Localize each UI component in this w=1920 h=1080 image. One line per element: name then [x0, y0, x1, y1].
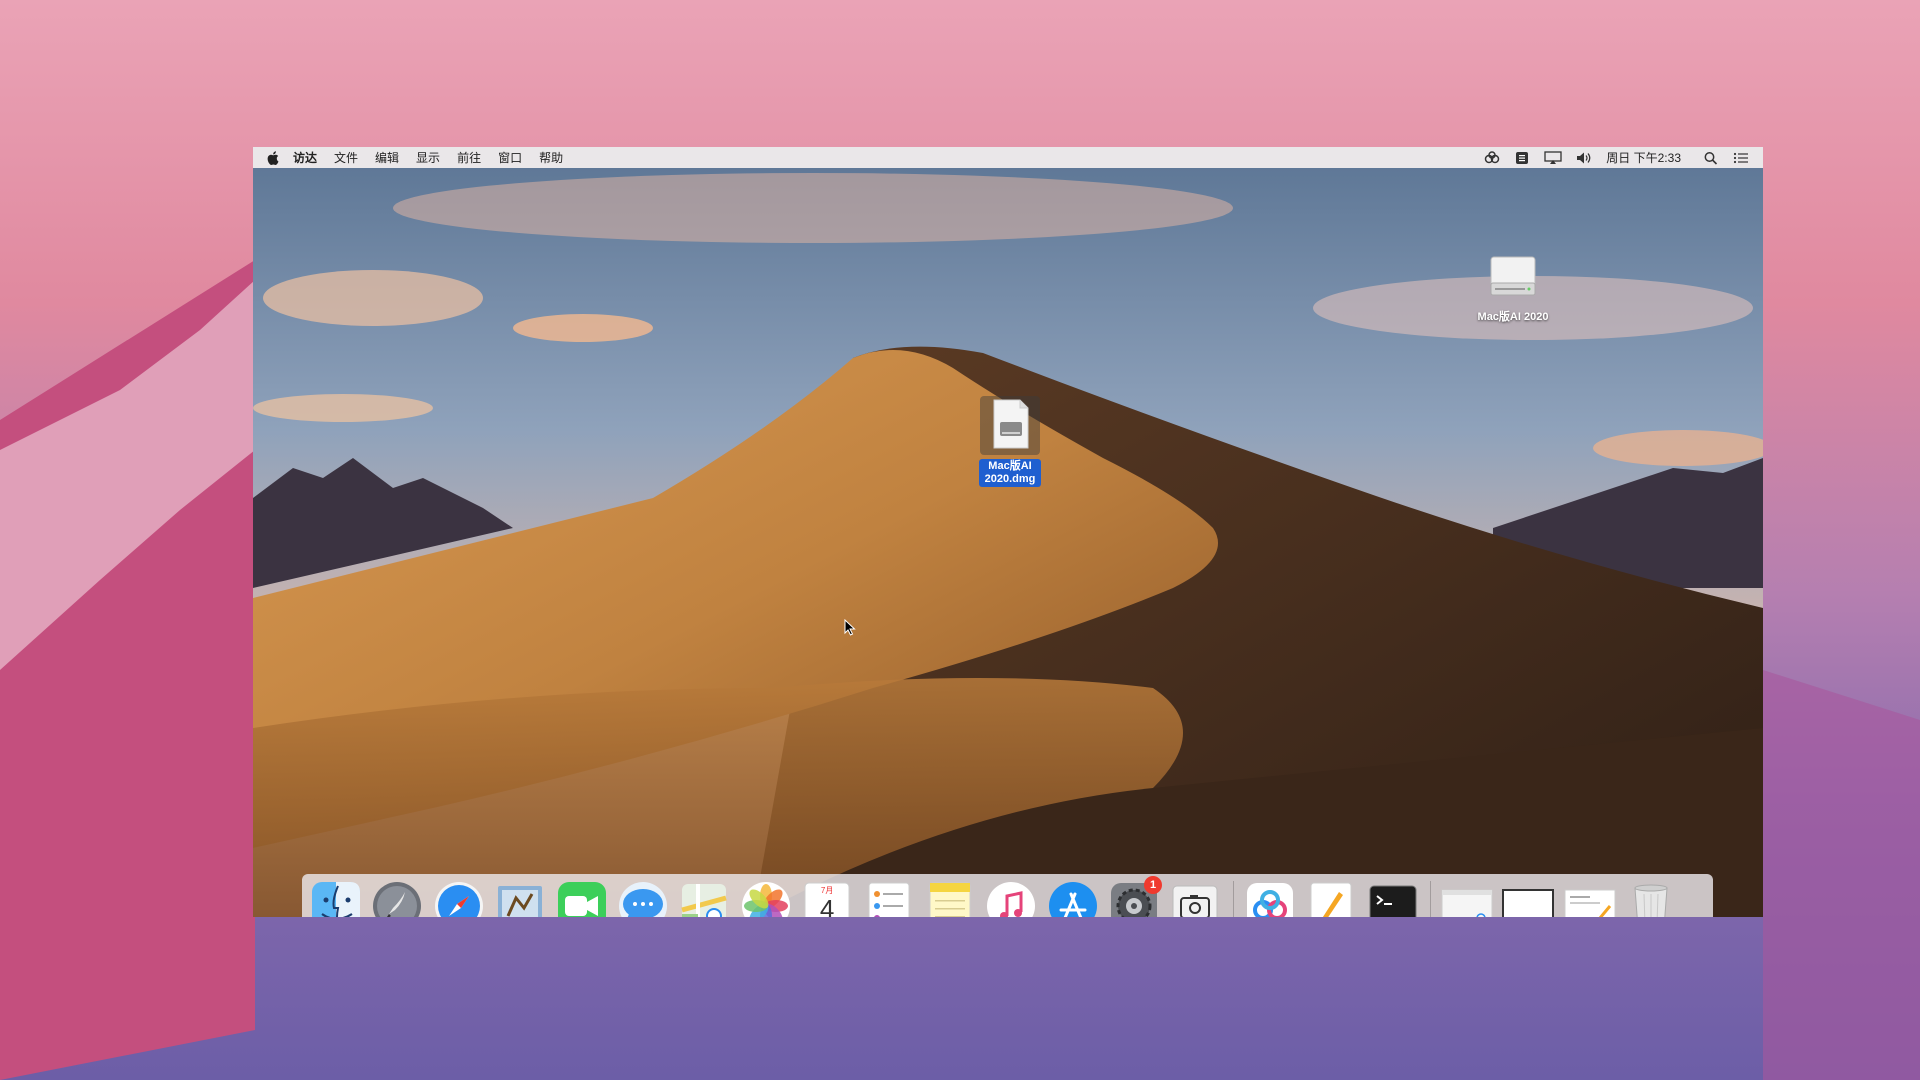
menu-file[interactable]: 文件 — [334, 149, 358, 166]
screenshot-icon — [1172, 885, 1218, 917]
dock: 7月 4 1 — [302, 874, 1713, 917]
dock-messages[interactable] — [617, 880, 669, 917]
launchpad-icon — [373, 882, 422, 917]
calendar-day: 4 — [819, 894, 835, 917]
dock-system-preferences[interactable]: 1 — [1108, 876, 1163, 917]
reminders-icon — [868, 882, 910, 917]
baidu-netdisk-icon[interactable] — [1484, 150, 1500, 165]
input-method-icon[interactable] — [1514, 151, 1530, 165]
menu-window[interactable]: 窗口 — [498, 149, 522, 166]
volume-icon[interactable] — [1576, 151, 1592, 165]
photos-icon — [741, 882, 790, 917]
trash-icon — [1634, 884, 1668, 917]
dock-maps[interactable] — [678, 880, 730, 917]
menu-bar: 访达 文件 编辑 显示 前往 窗口 帮助 周日 下午2:33 — [253, 147, 1763, 168]
dock-app-store[interactable] — [1047, 880, 1099, 917]
finder-icon — [312, 882, 360, 917]
dock-terminal[interactable] — [1367, 880, 1419, 917]
dock-trash[interactable] — [1625, 880, 1677, 917]
itunes-icon — [987, 882, 1036, 917]
drive-label: Mac版AI 2020 — [1477, 311, 1549, 323]
window-thumbnail-icon — [1502, 889, 1555, 917]
notification-badge: 1 — [1144, 876, 1163, 894]
dock-separator — [1232, 881, 1234, 917]
maps-icon — [681, 884, 728, 917]
dock-reminders[interactable] — [863, 880, 915, 917]
dock-separator — [1430, 881, 1432, 917]
terminal-icon — [1369, 885, 1417, 917]
mail-icon — [498, 886, 543, 917]
dock-finder[interactable] — [310, 880, 362, 917]
dock-itunes[interactable] — [985, 880, 1037, 917]
document-thumbnail-icon — [1564, 889, 1616, 917]
spotlight-search-icon[interactable] — [1703, 151, 1719, 165]
dock-facetime[interactable] — [556, 880, 608, 917]
baidu-netdisk-icon — [1246, 883, 1293, 917]
disk-image-icon — [993, 399, 1029, 449]
external-drive-icon — [1490, 256, 1536, 296]
airplay-display-icon[interactable] — [1544, 150, 1562, 165]
dock-window-thumbnail-netdisk[interactable] — [1441, 880, 1493, 917]
dmg-file-icon[interactable]: Mac版AI 2020.dmg — [975, 396, 1045, 487]
menu-help[interactable]: 帮助 — [539, 149, 563, 166]
menu-edit[interactable]: 编辑 — [375, 149, 399, 166]
window-thumbnail-icon — [1441, 889, 1493, 917]
dock-baidu-netdisk[interactable] — [1244, 880, 1296, 917]
dmg-file-label: Mac版AI 2020.dmg — [979, 459, 1041, 487]
notes-icon — [929, 882, 971, 917]
menu-view[interactable]: 显示 — [416, 149, 440, 166]
apple-menu-icon[interactable] — [267, 150, 279, 165]
messages-icon — [618, 882, 667, 917]
mac-screen: 访达 文件 编辑 显示 前往 窗口 帮助 周日 下午2:33 Mac版AI 20… — [253, 147, 1763, 917]
menu-go[interactable]: 前往 — [457, 149, 481, 166]
safari-icon — [434, 882, 483, 917]
dock-screenshot[interactable] — [1169, 880, 1221, 917]
dock-window-thumbnail-blank[interactable] — [1502, 880, 1555, 917]
desktop[interactable]: Mac版AI 2020.dmg Mac版AI 2020 7月 4 1 — [253, 168, 1763, 917]
app-store-icon — [1048, 882, 1097, 917]
dock-document-thumbnail[interactable] — [1564, 880, 1616, 917]
file-selection-highlight — [980, 396, 1040, 455]
facetime-icon — [557, 882, 606, 917]
menubar-clock[interactable]: 周日 下午2:33 — [1606, 149, 1681, 166]
menu-finder[interactable]: 访达 — [293, 149, 317, 166]
mounted-drive-icon[interactable]: Mac版AI 2020 — [1453, 253, 1573, 324]
dock-notes[interactable] — [924, 880, 976, 917]
dock-launchpad[interactable] — [371, 880, 423, 917]
mouse-cursor-icon — [844, 619, 856, 636]
dock-mail[interactable] — [494, 880, 546, 917]
dock-photos[interactable] — [740, 880, 792, 917]
dock-calendar[interactable]: 7月 4 — [801, 880, 853, 917]
pages-icon — [1310, 882, 1352, 917]
notification-center-icon[interactable] — [1733, 151, 1749, 165]
dock-pages[interactable] — [1305, 880, 1357, 917]
dock-safari[interactable] — [433, 880, 485, 917]
